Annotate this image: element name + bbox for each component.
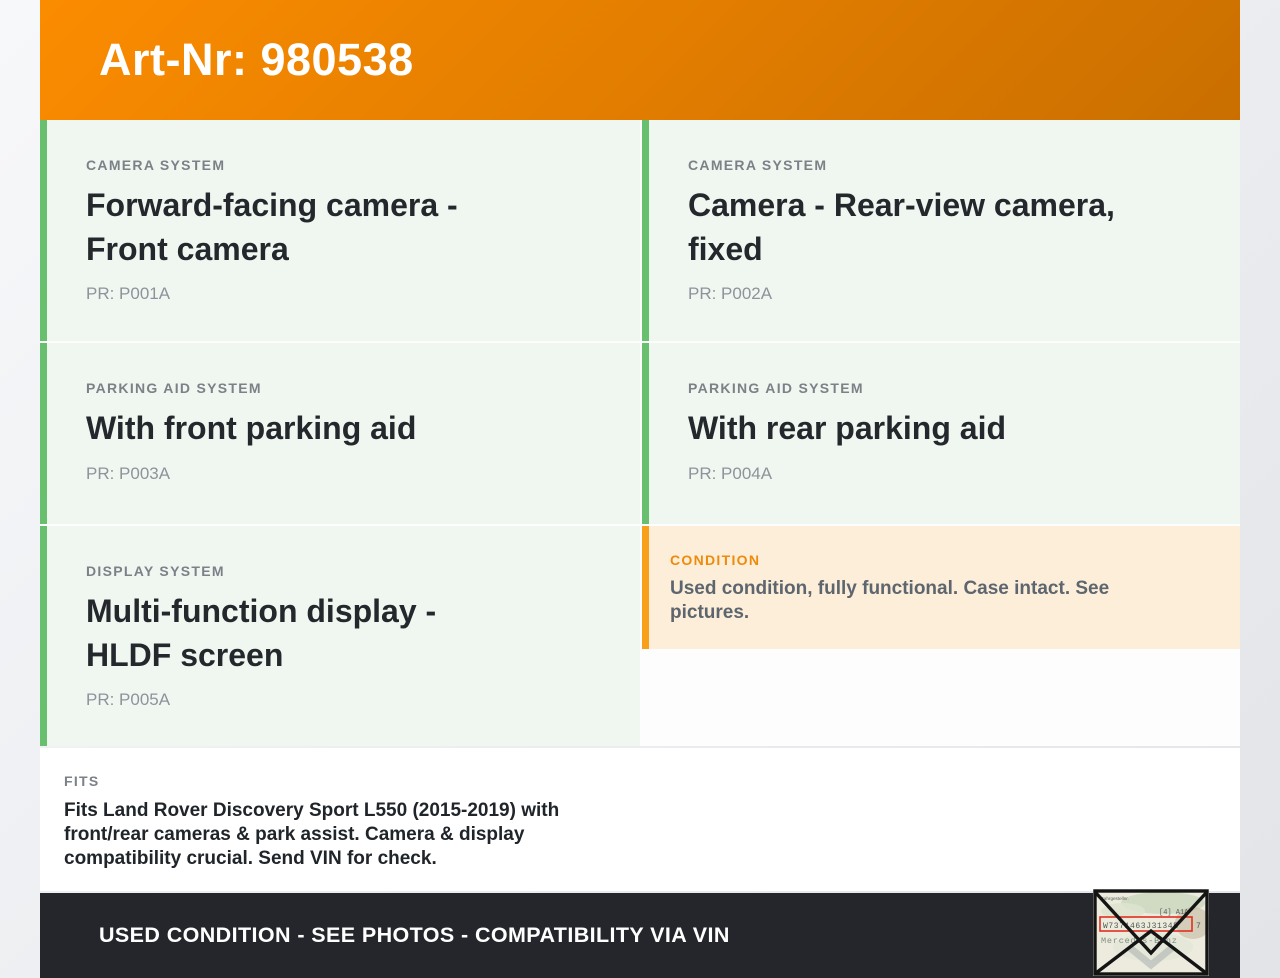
footer-text: USED CONDITION - SEE PHOTOS - COMPATIBIL…	[99, 923, 730, 947]
condition-card: CONDITION Used condition, fully function…	[642, 526, 1240, 649]
card-pr-code: PR: P003A	[86, 463, 171, 483]
card-category-label: DISPLAY SYSTEM	[86, 563, 225, 579]
fits-section: FITS Fits Land Rover Discovery Sport L55…	[40, 748, 1240, 891]
spec-card-front-camera: CAMERA SYSTEM Forward-facing camera - Fr…	[40, 120, 640, 341]
card-category-label: PARKING AID SYSTEM	[86, 380, 262, 396]
listing-page: Art-Nr: 980538 CAMERA SYSTEM Forward-fac…	[40, 0, 1240, 978]
spec-card-rear-parking-aid: PARKING AID SYSTEM With rear parking aid…	[642, 343, 1240, 524]
condition-text: Used condition, fully functional. Case i…	[670, 578, 1110, 624]
spec-card-front-parking-aid: PARKING AID SYSTEM With front parking ai…	[40, 343, 640, 524]
card-title: Forward-facing camera - Front camera	[86, 187, 458, 267]
card-pr-code: PR: P005A	[86, 690, 171, 710]
card-pr-code: PR: P004A	[688, 463, 773, 483]
vin-text: W7371463J3134B	[1103, 922, 1179, 931]
card-category-label: PARKING AID SYSTEM	[688, 380, 864, 396]
registration-stamp: Fahrgestellnr. [4] A1A W7371463J3134B 7 …	[1093, 889, 1209, 976]
card-pr-code: PR: P001A	[86, 284, 171, 304]
spec-card-display: DISPLAY SYSTEM Multi-function display - …	[40, 526, 640, 746]
spec-card-rear-camera: CAMERA SYSTEM Camera - Rear-view camera,…	[642, 120, 1240, 341]
article-number-title: Art-Nr: 980538	[99, 34, 414, 85]
card-category-label: CAMERA SYSTEM	[86, 157, 226, 173]
card-title: Multi-function display - HLDF screen	[86, 593, 437, 673]
fits-text: Fits Land Rover Discovery Sport L550 (20…	[64, 800, 560, 870]
header-banner: Art-Nr: 980538	[40, 0, 1240, 120]
card-title: With rear parking aid	[688, 410, 1006, 446]
footer-bar: USED CONDITION - SEE PHOTOS - COMPATIBIL…	[40, 893, 1240, 978]
fits-label: FITS	[64, 773, 100, 789]
doc-field-label: Fahrgestellnr.	[1101, 896, 1129, 901]
vin-suffix: 7	[1196, 922, 1201, 931]
card-title: With front parking aid	[86, 410, 417, 446]
envelope-icon: Fahrgestellnr. [4] A1A W7371463J3134B 7 …	[1093, 889, 1209, 976]
card-category-label: CAMERA SYSTEM	[688, 157, 828, 173]
card-pr-code: PR: P002A	[688, 284, 773, 304]
spec-card-grid: CAMERA SYSTEM Forward-facing camera - Fr…	[40, 120, 1240, 746]
condition-label: CONDITION	[670, 552, 761, 568]
card-title: Camera - Rear-view camera, fixed	[688, 187, 1115, 267]
